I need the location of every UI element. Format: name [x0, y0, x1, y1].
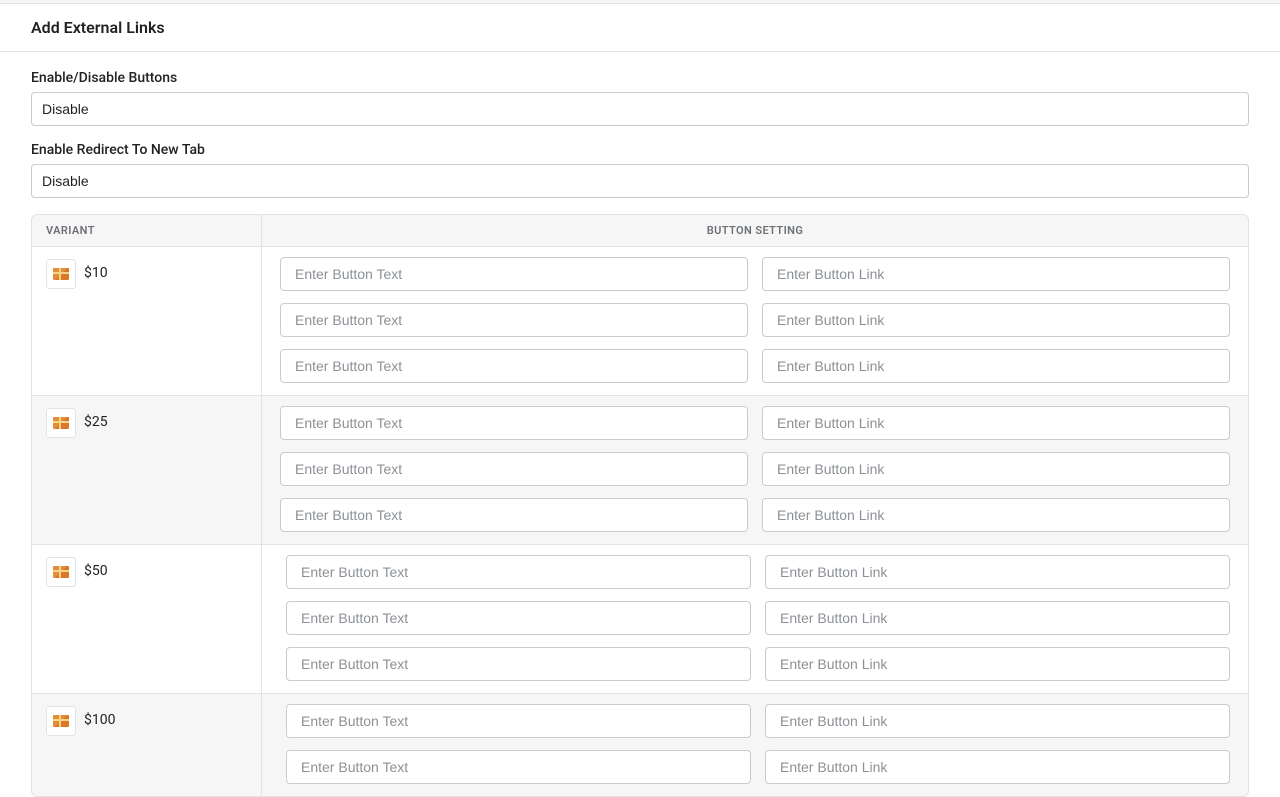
variant-label: $25	[84, 408, 108, 430]
variant-label: $50	[84, 557, 108, 579]
button-link-input[interactable]	[765, 750, 1230, 784]
table-row: $25	[32, 396, 1248, 545]
button-text-input[interactable]	[280, 349, 748, 383]
table-row: $100	[32, 694, 1248, 796]
page-title: Add External Links	[31, 18, 1249, 37]
enable-redirect-select[interactable]: Disable	[31, 164, 1249, 198]
button-text-input[interactable]	[280, 303, 748, 337]
button-text-input[interactable]	[280, 257, 748, 291]
variant-label: $100	[84, 706, 115, 728]
table-row: $10	[32, 247, 1248, 396]
button-link-input[interactable]	[762, 498, 1230, 532]
variants-table: Variant Button Setting $10	[31, 214, 1249, 797]
button-text-input[interactable]	[286, 601, 751, 635]
button-link-input[interactable]	[762, 406, 1230, 440]
button-link-input[interactable]	[765, 555, 1230, 589]
variant-label: $10	[84, 259, 108, 281]
button-settings-cell	[262, 396, 1248, 544]
variant-cell: $100	[32, 694, 262, 796]
button-text-input[interactable]	[280, 498, 748, 532]
gift-card-icon	[46, 557, 76, 587]
button-link-input[interactable]	[762, 257, 1230, 291]
enable-redirect-label: Enable Redirect To New Tab	[31, 142, 1249, 158]
button-link-input[interactable]	[765, 704, 1230, 738]
column-header-variant: Variant	[32, 215, 262, 246]
variant-cell: $25	[32, 396, 262, 544]
button-link-input[interactable]	[765, 647, 1230, 681]
gift-card-icon	[46, 408, 76, 438]
button-text-input[interactable]	[286, 750, 751, 784]
button-text-input[interactable]	[286, 647, 751, 681]
button-text-input[interactable]	[280, 452, 748, 486]
button-text-input[interactable]	[280, 406, 748, 440]
table-header: Variant Button Setting	[32, 215, 1248, 247]
button-settings-cell	[262, 247, 1248, 395]
column-header-setting: Button Setting	[262, 215, 1248, 246]
gift-card-icon	[46, 259, 76, 289]
content-area: Enable/Disable Buttons Disable Enable Re…	[0, 52, 1280, 797]
variant-cell: $10	[32, 247, 262, 395]
button-link-input[interactable]	[762, 303, 1230, 337]
page-header: Add External Links	[0, 4, 1280, 52]
button-settings-cell	[262, 545, 1248, 693]
button-text-input[interactable]	[286, 555, 751, 589]
button-text-input[interactable]	[286, 704, 751, 738]
button-link-input[interactable]	[762, 452, 1230, 486]
button-link-input[interactable]	[765, 601, 1230, 635]
enable-redirect-field: Enable Redirect To New Tab Disable	[31, 142, 1249, 198]
variant-cell: $50	[32, 545, 262, 693]
enable-buttons-label: Enable/Disable Buttons	[31, 70, 1249, 86]
enable-buttons-field: Enable/Disable Buttons Disable	[31, 70, 1249, 126]
enable-buttons-select[interactable]: Disable	[31, 92, 1249, 126]
gift-card-icon	[46, 706, 76, 736]
table-row: $50	[32, 545, 1248, 694]
button-link-input[interactable]	[762, 349, 1230, 383]
button-settings-cell	[262, 694, 1248, 796]
